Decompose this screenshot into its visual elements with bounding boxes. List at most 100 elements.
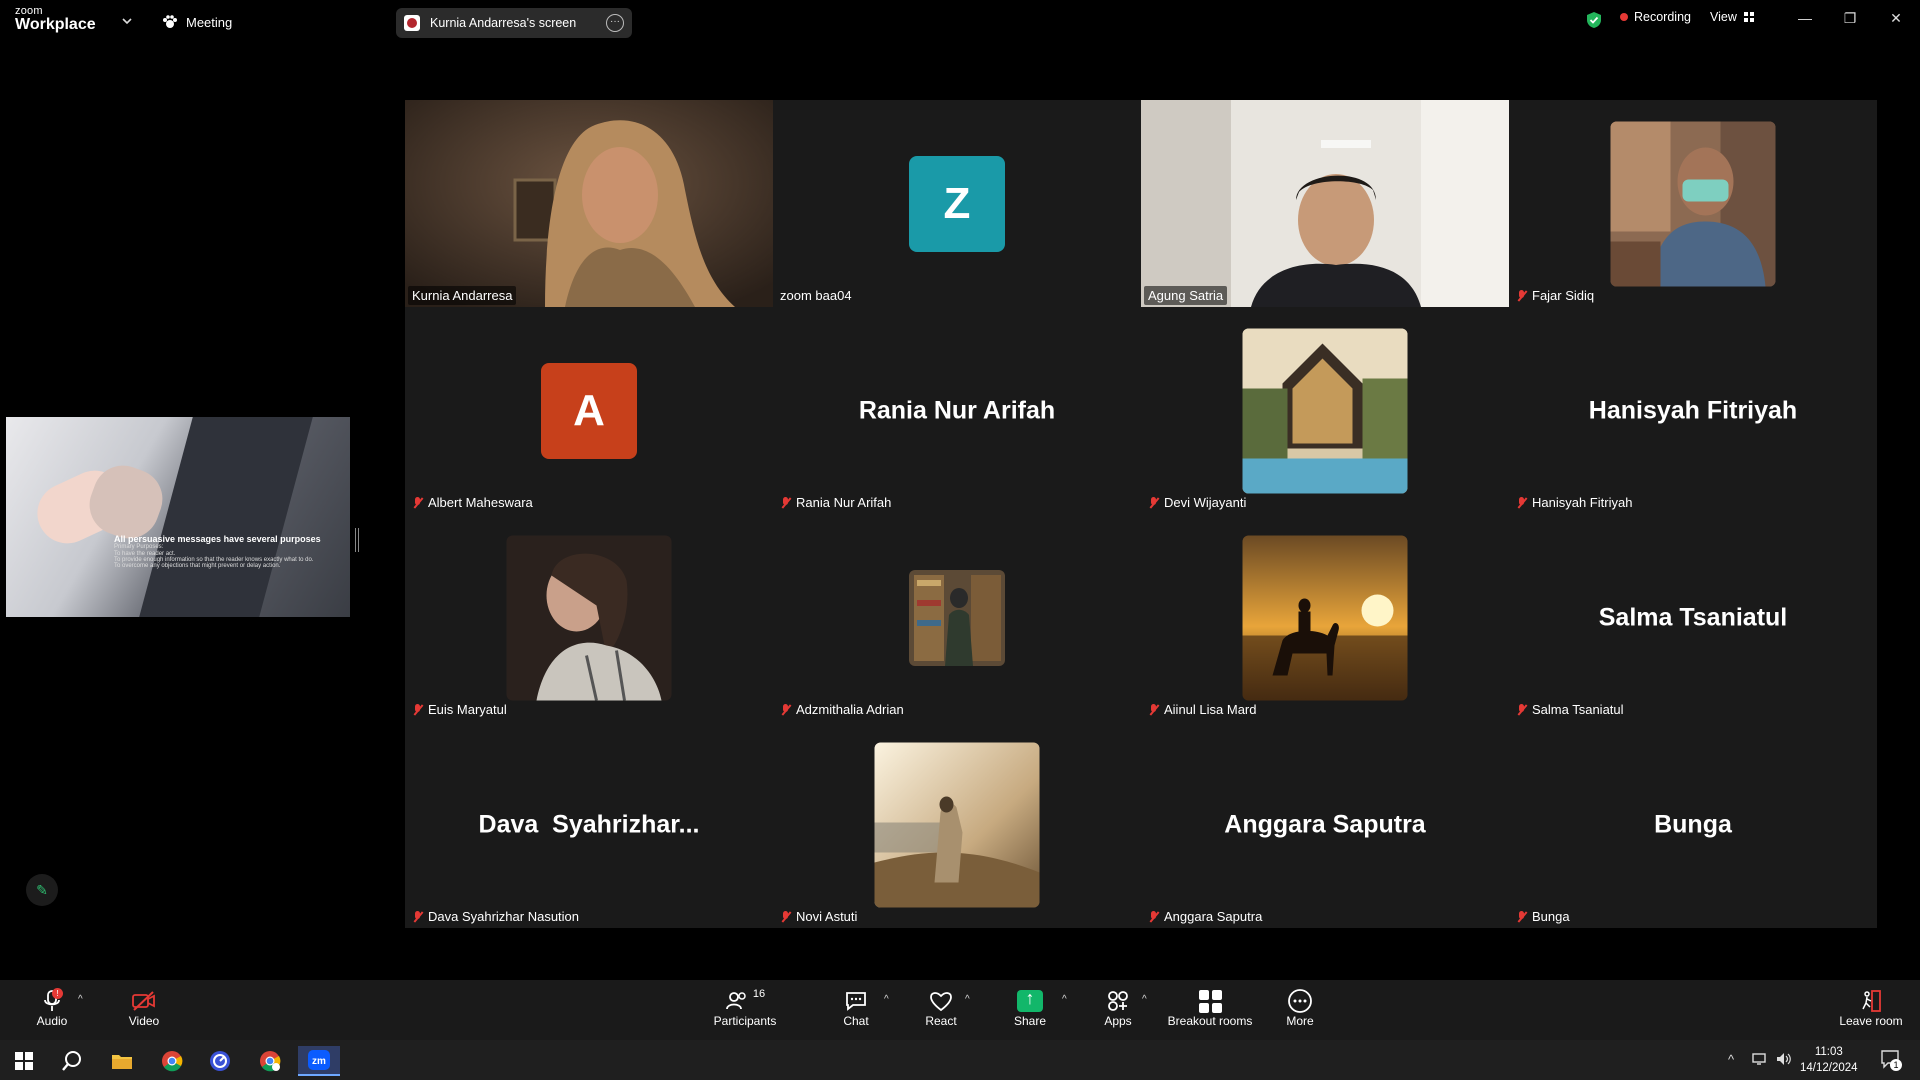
panel-resize-handle[interactable]: [355, 528, 359, 552]
meeting-button[interactable]: Meeting: [162, 12, 232, 32]
participant-tile-bunga[interactable]: Bunga Bunga: [1509, 721, 1877, 928]
participant-name: Euis Maryatul: [428, 702, 507, 717]
participant-name: Salma Tsaniatul: [1532, 702, 1624, 717]
leave-room-button[interactable]: Leave room: [1836, 988, 1906, 1028]
muted-mic-icon: [412, 703, 424, 716]
meeting-label: Meeting: [186, 14, 233, 30]
muted-mic-icon: [1516, 910, 1528, 923]
participant-name: zoom baa04: [780, 288, 852, 303]
apps-options-caret-icon[interactable]: ^: [1142, 994, 1147, 1005]
browser-icon[interactable]: [200, 1046, 240, 1076]
recording-indicator[interactable]: Recording: [1620, 10, 1691, 24]
participant-name: Adzmithalia Adrian: [796, 702, 904, 717]
participant-name: Dava Syahrizhar Nasution: [428, 909, 580, 924]
more-button[interactable]: More: [1280, 988, 1320, 1028]
participant-name-tag: Salma Tsaniatul: [1512, 700, 1628, 719]
show-hidden-icons-icon[interactable]: ^: [1728, 1052, 1734, 1067]
participant-tile-adzmithalia[interactable]: Adzmithalia Adrian: [773, 514, 1141, 721]
view-label: View: [1710, 10, 1737, 24]
participant-tile-devi[interactable]: Devi Wijayanti: [1141, 307, 1509, 514]
recording-label: Recording: [1634, 10, 1691, 24]
slide-text: All persuasive messages have several pur…: [114, 534, 334, 570]
shared-screen-pill[interactable]: Kurnia Andarresa's screen ···: [396, 8, 632, 38]
restore-icon[interactable]: ❐: [1838, 10, 1862, 30]
participants-button[interactable]: 16 Participants: [710, 988, 780, 1028]
search-icon[interactable]: [52, 1046, 92, 1076]
participant-name-tag: Novi Astuti: [776, 907, 861, 926]
audio-label: Audio: [36, 1014, 68, 1028]
share-label: Share: [1013, 1014, 1047, 1028]
participant-photo: [874, 742, 1040, 907]
view-button[interactable]: View: [1710, 10, 1755, 24]
apps-button[interactable]: Apps: [1098, 988, 1138, 1028]
muted-mic-icon: [780, 703, 792, 716]
participants-label: Participants: [713, 1014, 777, 1028]
title-bar: zoom Workplace Meeting Kurnia Andarresa'…: [0, 0, 1920, 44]
chrome-profile-icon[interactable]: [250, 1046, 290, 1076]
participant-tile-zoom-baa04[interactable]: Z zoom baa04: [773, 100, 1141, 307]
video-gallery: Kurnia Andarresa Z zoom baa04 Agung Satr…: [405, 100, 1877, 928]
windows-taskbar: zm ^ 11:03 14/12/2024 1: [0, 1040, 1920, 1080]
annotate-pen-icon[interactable]: ✎: [26, 874, 58, 906]
share-screen-icon: [1017, 988, 1043, 1012]
chat-icon: [836, 988, 876, 1014]
clock-time: 11:03: [1814, 1046, 1843, 1058]
notifications-icon[interactable]: 1: [1880, 1049, 1902, 1072]
participant-name: Novi Astuti: [796, 909, 858, 924]
participant-tile-euis[interactable]: Euis Maryatul: [405, 514, 773, 721]
close-icon[interactable]: ✕: [1884, 10, 1908, 30]
system-clock[interactable]: 11:03 14/12/2024: [1800, 1044, 1858, 1076]
participant-video: [1141, 100, 1509, 307]
participant-tile-dava[interactable]: Dava Syahrizhar... Dava Syahrizhar Nasut…: [405, 721, 773, 928]
windows-start-icon[interactable]: [4, 1046, 44, 1076]
chat-options-caret-icon[interactable]: ^: [884, 994, 889, 1005]
participant-name-tag: Kurnia Andarresa: [408, 286, 517, 305]
muted-mic-icon: [1516, 703, 1528, 716]
participant-tile-rania[interactable]: Rania Nur Arifah Rania Nur Arifah: [773, 307, 1141, 514]
video-label: Video: [128, 1014, 160, 1028]
shared-screen-thumbnail[interactable]: All persuasive messages have several pur…: [5, 406, 350, 622]
muted-mic-icon: [1148, 496, 1160, 509]
chrome-icon[interactable]: [152, 1046, 192, 1076]
muted-mic-icon: [1148, 703, 1160, 716]
zoom-taskbar-icon[interactable]: zm: [298, 1046, 340, 1076]
video-button[interactable]: Video: [122, 988, 166, 1028]
participant-tile-fajar[interactable]: Fajar Sidiq: [1509, 100, 1877, 307]
react-options-caret-icon[interactable]: ^: [965, 994, 970, 1005]
view-grid-icon: [1743, 12, 1754, 22]
volume-icon[interactable]: [1776, 1052, 1792, 1069]
logo-line2: Workplace: [15, 16, 96, 33]
chevron-down-icon[interactable]: [120, 14, 134, 28]
shared-screen-label: Kurnia Andarresa's screen: [430, 16, 577, 30]
participant-name-tag: Euis Maryatul: [408, 700, 511, 719]
share-button[interactable]: Share: [1008, 988, 1052, 1028]
participant-tile-hanisyah[interactable]: Hanisyah Fitriyah Hanisyah Fitriyah: [1509, 307, 1877, 514]
participant-tile-salma[interactable]: Salma Tsaniatul Salma Tsaniatul: [1509, 514, 1877, 721]
participant-tile-kurnia[interactable]: Kurnia Andarresa: [405, 100, 773, 307]
participant-tile-agung[interactable]: Agung Satria: [1141, 100, 1509, 307]
heart-icon: [920, 988, 962, 1014]
muted-mic-icon: [1516, 289, 1528, 302]
more-options-icon[interactable]: ···: [606, 14, 624, 32]
network-icon[interactable]: [1752, 1052, 1768, 1069]
react-button[interactable]: React: [920, 988, 962, 1028]
participant-tile-anggara[interactable]: Anggara Saputra Anggara Saputra: [1141, 721, 1509, 928]
participant-tile-novi[interactable]: Novi Astuti: [773, 721, 1141, 928]
shared-slide: All persuasive messages have several pur…: [6, 417, 350, 617]
file-explorer-icon[interactable]: [102, 1046, 142, 1076]
participant-display-name: Dava Syahrizhar...: [478, 810, 700, 838]
participant-display-name: Salma Tsaniatul: [1598, 603, 1788, 631]
share-options-caret-icon[interactable]: ^: [1062, 994, 1067, 1005]
slide-heading: All persuasive messages have several pur…: [114, 534, 321, 544]
muted-mic-icon: [1516, 496, 1528, 509]
audio-options-caret-icon[interactable]: ^: [78, 994, 83, 1005]
chat-button[interactable]: Chat: [836, 988, 876, 1028]
participant-tile-albert[interactable]: A Albert Maheswara: [405, 307, 773, 514]
participant-tile-aiinul[interactable]: Aiinul Lisa Mard: [1141, 514, 1509, 721]
minimize-icon[interactable]: —: [1793, 10, 1817, 30]
security-shield-icon[interactable]: [1586, 11, 1602, 29]
participant-name-tag: Anggara Saputra: [1144, 907, 1266, 926]
participant-photo: [1610, 121, 1776, 286]
participant-name: Bunga: [1532, 909, 1570, 924]
breakout-rooms-button[interactable]: Breakout rooms: [1162, 988, 1258, 1028]
